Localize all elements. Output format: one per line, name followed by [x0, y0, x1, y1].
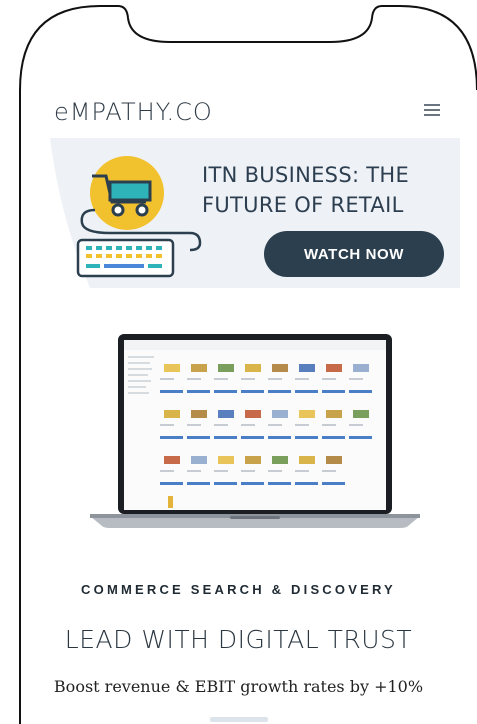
section-eyebrow: COMMERCE SEARCH & DISCOVERY	[81, 582, 396, 597]
add-to-cart-bar	[187, 390, 210, 393]
product-thumb	[326, 410, 342, 418]
product-thumb	[245, 410, 261, 418]
product-thumb	[272, 456, 288, 464]
product-caption	[268, 424, 282, 426]
product-caption	[160, 470, 174, 472]
add-to-cart-bar	[160, 482, 183, 485]
add-to-cart-bar	[160, 436, 183, 439]
product-thumb	[191, 456, 207, 464]
product-thumb	[164, 456, 180, 464]
add-to-cart-bar	[268, 390, 291, 393]
add-to-cart-bar	[349, 436, 372, 439]
product-thumb	[164, 364, 180, 372]
product-thumb	[191, 364, 207, 372]
product-caption	[268, 470, 282, 472]
brand-logo[interactable]: eMPATHY.CO	[54, 98, 213, 126]
add-to-cart-bar	[295, 482, 318, 485]
product-thumb	[168, 496, 173, 508]
product-thumb	[218, 456, 234, 464]
add-to-cart-bar	[241, 482, 264, 485]
product-thumb	[245, 364, 261, 372]
hamburger-menu-icon[interactable]	[424, 104, 440, 118]
product-caption	[214, 378, 228, 380]
banner-headline: ITN BUSINESS: THE FUTURE OF RETAIL	[202, 160, 460, 220]
product-caption	[322, 424, 336, 426]
add-to-cart-bar	[187, 482, 210, 485]
add-to-cart-bar	[322, 482, 345, 485]
product-caption	[214, 470, 228, 472]
product-caption	[322, 378, 336, 380]
product-caption	[241, 424, 255, 426]
section-headline: LEAD WITH DIGITAL TRUST	[64, 625, 413, 654]
add-to-cart-bar	[241, 390, 264, 393]
product-caption	[349, 424, 363, 426]
add-to-cart-bar	[268, 436, 291, 439]
product-thumb	[299, 456, 315, 464]
product-caption	[268, 378, 282, 380]
product-thumb	[353, 410, 369, 418]
add-to-cart-bar	[295, 390, 318, 393]
section-subheadline: Boost revenue & EBIT growth rates by +10…	[53, 677, 424, 696]
banner-line-2: FUTURE OF RETAIL	[202, 193, 404, 217]
product-thumb	[353, 364, 369, 372]
product-thumb	[164, 410, 180, 418]
product-caption	[241, 378, 255, 380]
product-thumb	[326, 456, 342, 464]
promo-banner[interactable]: ITN BUSINESS: THE FUTURE OF RETAIL WATCH…	[50, 138, 460, 288]
product-caption	[160, 378, 174, 380]
product-caption	[349, 378, 363, 380]
product-thumb	[245, 456, 261, 464]
keyboard-icon	[76, 238, 175, 278]
add-to-cart-bar	[241, 436, 264, 439]
product-caption	[295, 470, 309, 472]
watch-now-button[interactable]: WATCH NOW	[264, 231, 444, 277]
product-caption	[160, 424, 174, 426]
product-thumb	[191, 410, 207, 418]
add-to-cart-bar	[322, 390, 345, 393]
banner-line-1: ITN BUSINESS: THE	[202, 163, 410, 187]
product-caption	[322, 470, 336, 472]
product-thumb	[272, 364, 288, 372]
product-caption	[295, 378, 309, 380]
add-to-cart-bar	[295, 436, 318, 439]
laptop-product-grid-image	[90, 334, 420, 528]
add-to-cart-bar	[160, 390, 183, 393]
add-to-cart-bar	[349, 390, 372, 393]
add-to-cart-bar	[322, 436, 345, 439]
product-caption	[187, 470, 201, 472]
add-to-cart-bar	[214, 482, 237, 485]
cta-peek	[210, 717, 268, 722]
add-to-cart-bar	[214, 436, 237, 439]
product-thumb	[218, 364, 234, 372]
product-caption	[187, 424, 201, 426]
add-to-cart-bar	[187, 436, 210, 439]
add-to-cart-bar	[214, 390, 237, 393]
product-caption	[187, 378, 201, 380]
product-caption	[295, 424, 309, 426]
add-to-cart-bar	[268, 482, 291, 485]
product-caption	[214, 424, 228, 426]
product-thumb	[272, 410, 288, 418]
product-caption	[241, 470, 255, 472]
product-thumb	[326, 364, 342, 372]
product-thumb	[299, 410, 315, 418]
product-thumb	[218, 410, 234, 418]
product-thumb	[299, 364, 315, 372]
